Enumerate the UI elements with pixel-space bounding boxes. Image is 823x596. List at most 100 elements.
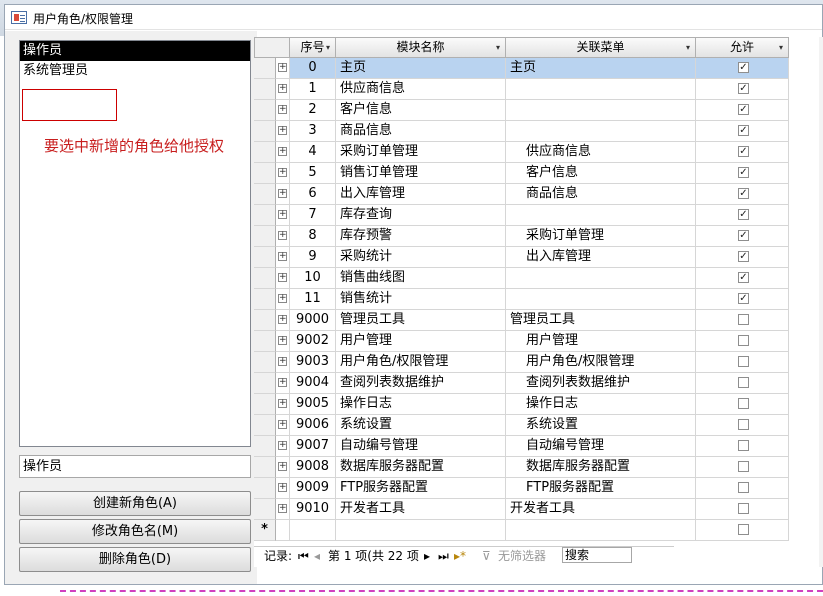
row-selector[interactable] bbox=[254, 226, 276, 247]
expand-cell[interactable]: + bbox=[276, 373, 290, 394]
cell-allow[interactable]: ✓ bbox=[696, 142, 789, 163]
allow-checkbox[interactable] bbox=[738, 440, 749, 451]
cell-id[interactable]: 9000 bbox=[290, 310, 336, 331]
expand-cell[interactable]: + bbox=[276, 436, 290, 457]
row-selector[interactable] bbox=[254, 415, 276, 436]
prev-record-icon[interactable]: ◂ bbox=[314, 547, 320, 566]
cell-id[interactable]: 0 bbox=[290, 58, 336, 79]
cell-menu[interactable] bbox=[506, 79, 696, 100]
cell-module[interactable]: 出入库管理 bbox=[336, 184, 506, 205]
expand-plus-icon[interactable]: + bbox=[278, 336, 287, 345]
role-list[interactable]: 操作员 系统管理员 要选中新增的角色给他授权 bbox=[19, 40, 251, 447]
table-row[interactable]: +0 主页 主页 ✓ bbox=[254, 58, 794, 79]
allow-checkbox[interactable] bbox=[738, 314, 749, 325]
allow-checkbox[interactable]: ✓ bbox=[738, 104, 749, 115]
cell-allow[interactable] bbox=[696, 415, 789, 436]
allow-checkbox[interactable]: ✓ bbox=[738, 209, 749, 220]
create-role-button[interactable]: 创建新角色(A) bbox=[19, 491, 251, 516]
cell-allow[interactable] bbox=[696, 457, 789, 478]
column-header-allow[interactable]: 允许 ▾ bbox=[696, 37, 789, 58]
cell-module[interactable] bbox=[336, 520, 506, 541]
expand-plus-icon[interactable]: + bbox=[278, 231, 287, 240]
row-selector[interactable] bbox=[254, 184, 276, 205]
cell-id[interactable]: 1 bbox=[290, 79, 336, 100]
expand-plus-icon[interactable]: + bbox=[278, 210, 287, 219]
cell-module[interactable]: 用户管理 bbox=[336, 331, 506, 352]
allow-checkbox[interactable]: ✓ bbox=[738, 125, 749, 136]
cell-allow[interactable] bbox=[696, 436, 789, 457]
row-selector[interactable] bbox=[254, 310, 276, 331]
row-selector[interactable] bbox=[254, 58, 276, 79]
cell-allow[interactable] bbox=[696, 394, 789, 415]
cell-allow[interactable]: ✓ bbox=[696, 79, 789, 100]
row-selector[interactable] bbox=[254, 457, 276, 478]
cell-menu[interactable]: 管理员工具 bbox=[506, 310, 696, 331]
cell-module[interactable]: FTP服务器配置 bbox=[336, 478, 506, 499]
table-row[interactable]: +9005 操作日志 操作日志 bbox=[254, 394, 794, 415]
cell-allow[interactable] bbox=[696, 478, 789, 499]
cell-id[interactable]: 8 bbox=[290, 226, 336, 247]
expand-plus-icon[interactable]: + bbox=[278, 126, 287, 135]
row-selector[interactable] bbox=[254, 268, 276, 289]
cell-menu[interactable]: 用户角色/权限管理 bbox=[506, 352, 696, 373]
table-row[interactable]: +9000 管理员工具 管理员工具 bbox=[254, 310, 794, 331]
new-record-icon[interactable]: ▸* bbox=[454, 547, 466, 566]
cell-id[interactable]: 5 bbox=[290, 163, 336, 184]
cell-menu[interactable]: 客户信息 bbox=[506, 163, 696, 184]
row-selector[interactable] bbox=[254, 142, 276, 163]
expand-cell[interactable]: + bbox=[276, 100, 290, 121]
role-item-admin[interactable]: 系统管理员 bbox=[20, 61, 250, 81]
row-selector[interactable] bbox=[254, 436, 276, 457]
cell-allow[interactable]: ✓ bbox=[696, 163, 789, 184]
cell-id[interactable]: 9004 bbox=[290, 373, 336, 394]
allow-checkbox[interactable]: ✓ bbox=[738, 230, 749, 241]
cell-menu[interactable]: FTP服务器配置 bbox=[506, 478, 696, 499]
table-row[interactable]: +9002 用户管理 用户管理 bbox=[254, 331, 794, 352]
cell-id[interactable] bbox=[290, 520, 336, 541]
expand-plus-icon[interactable]: + bbox=[278, 315, 287, 324]
cell-module[interactable]: 库存预警 bbox=[336, 226, 506, 247]
expand-cell[interactable]: + bbox=[276, 205, 290, 226]
cell-id[interactable]: 9006 bbox=[290, 415, 336, 436]
expand-plus-icon[interactable]: + bbox=[278, 378, 287, 387]
table-row[interactable]: +6 出入库管理 商品信息 ✓ bbox=[254, 184, 794, 205]
column-header-module[interactable]: 模块名称 ▾ bbox=[336, 37, 506, 58]
cell-menu[interactable]: 用户管理 bbox=[506, 331, 696, 352]
row-selector[interactable] bbox=[254, 163, 276, 184]
last-record-icon[interactable]: ⏭ bbox=[438, 547, 449, 566]
cell-id[interactable]: 3 bbox=[290, 121, 336, 142]
cell-menu[interactable] bbox=[506, 121, 696, 142]
table-row[interactable]: +5 销售订单管理 客户信息 ✓ bbox=[254, 163, 794, 184]
cell-menu[interactable]: 出入库管理 bbox=[506, 247, 696, 268]
table-row[interactable]: +9004 查阅列表数据维护 查阅列表数据维护 bbox=[254, 373, 794, 394]
expand-cell[interactable]: + bbox=[276, 163, 290, 184]
allow-checkbox[interactable]: ✓ bbox=[738, 167, 749, 178]
cell-allow[interactable] bbox=[696, 352, 789, 373]
cell-id[interactable]: 9005 bbox=[290, 394, 336, 415]
cell-module[interactable]: 库存查询 bbox=[336, 205, 506, 226]
cell-allow[interactable]: ✓ bbox=[696, 184, 789, 205]
cell-allow[interactable]: ✓ bbox=[696, 268, 789, 289]
cell-id[interactable]: 9009 bbox=[290, 478, 336, 499]
allow-checkbox[interactable] bbox=[738, 503, 749, 514]
allow-checkbox[interactable] bbox=[738, 524, 749, 535]
cell-menu[interactable]: 主页 bbox=[506, 58, 696, 79]
cell-module[interactable]: 查阅列表数据维护 bbox=[336, 373, 506, 394]
cell-menu[interactable]: 查阅列表数据维护 bbox=[506, 373, 696, 394]
expand-plus-icon[interactable]: + bbox=[278, 63, 287, 72]
cell-id[interactable]: 9002 bbox=[290, 331, 336, 352]
cell-menu[interactable]: 供应商信息 bbox=[506, 142, 696, 163]
table-row[interactable]: +9003 用户角色/权限管理 用户角色/权限管理 bbox=[254, 352, 794, 373]
cell-menu[interactable] bbox=[506, 520, 696, 541]
expand-cell[interactable]: + bbox=[276, 415, 290, 436]
cell-id[interactable]: 10 bbox=[290, 268, 336, 289]
cell-module[interactable]: 管理员工具 bbox=[336, 310, 506, 331]
expand-plus-icon[interactable]: + bbox=[278, 252, 287, 261]
allow-checkbox[interactable]: ✓ bbox=[738, 62, 749, 73]
row-selector[interactable] bbox=[254, 121, 276, 142]
select-all-corner[interactable] bbox=[254, 37, 290, 58]
cell-module[interactable]: 供应商信息 bbox=[336, 79, 506, 100]
table-row[interactable]: +9 采购统计 出入库管理 ✓ bbox=[254, 247, 794, 268]
expand-cell[interactable]: + bbox=[276, 457, 290, 478]
table-row[interactable]: +9006 系统设置 系统设置 bbox=[254, 415, 794, 436]
